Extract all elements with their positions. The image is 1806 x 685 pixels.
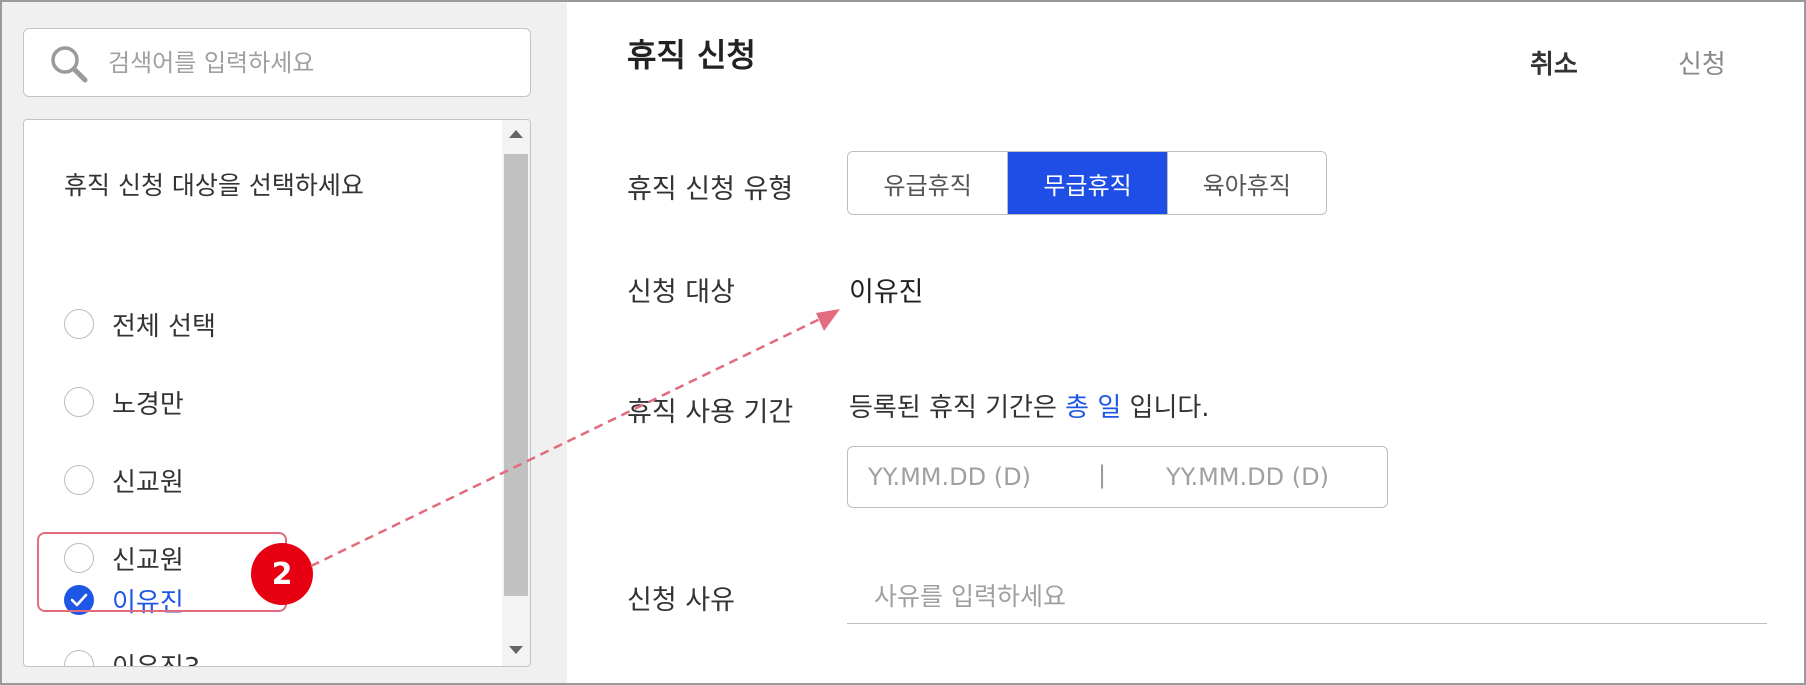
submit-button[interactable]: 신청 <box>1678 44 1726 81</box>
start-date-input[interactable] <box>868 459 1068 495</box>
radio-unchecked-icon[interactable] <box>64 387 94 417</box>
search-box[interactable] <box>23 28 531 97</box>
search-input[interactable] <box>108 43 508 83</box>
scroll-up-arrow-icon[interactable] <box>509 130 523 138</box>
list-item-label: 전체 선택 <box>112 311 216 342</box>
period-summary-total: 총 일 <box>1065 393 1122 423</box>
period-summary-suffix: 입니다. <box>1129 393 1210 423</box>
employee-select-panel: 휴직 신청 대상을 선택하세요 전체 선택 노경만 신교원 신교원 이유진 이유… <box>2 2 567 683</box>
list-item[interactable]: 노경만 <box>64 377 184 427</box>
radio-unchecked-icon[interactable] <box>64 465 94 495</box>
radio-unchecked-icon[interactable] <box>64 309 94 339</box>
leave-type-option[interactable]: 육아휴직 <box>1166 152 1326 214</box>
target-label: 신청 대상 <box>627 277 735 308</box>
list-item[interactable]: 신교원 <box>64 455 184 505</box>
leave-type-option[interactable]: 유급휴직 <box>848 152 1008 214</box>
scroll-down-arrow-icon[interactable] <box>509 646 523 654</box>
reason-input[interactable] <box>847 570 1767 624</box>
date-range-field[interactable]: | <box>847 446 1388 508</box>
period-label: 휴직 사용 기간 <box>627 397 794 428</box>
date-separator: | <box>1098 461 1107 489</box>
cancel-button[interactable]: 취소 <box>1530 44 1578 81</box>
leave-type-option-selected[interactable]: 무급휴직 <box>1007 152 1167 214</box>
page-title: 휴직 신청 <box>627 36 756 74</box>
search-icon <box>51 46 88 83</box>
list-scrollbar[interactable] <box>502 120 530 666</box>
list-item-select-all[interactable]: 전체 선택 <box>64 299 216 349</box>
leave-type-label: 휴직 신청 유형 <box>627 174 794 205</box>
annotation-step-badge: 2 <box>251 543 313 605</box>
scroll-thumb[interactable] <box>504 154 528 596</box>
leave-type-segmented-control: 유급휴직 무급휴직 육아휴직 <box>847 151 1327 215</box>
list-item-label: 이유진3 <box>112 647 200 667</box>
reason-label: 신청 사유 <box>627 585 735 616</box>
target-value: 이유진 <box>849 277 924 308</box>
period-summary: 등록된 휴직 기간은 총 일 입니다. <box>849 387 1210 424</box>
period-summary-prefix: 등록된 휴직 기간은 <box>849 393 1057 423</box>
end-date-input[interactable] <box>1166 459 1366 495</box>
list-item-label: 신교원 <box>112 467 184 498</box>
list-title: 휴직 신청 대상을 선택하세요 <box>64 171 364 200</box>
list-item-label: 노경만 <box>112 389 184 420</box>
radio-unchecked-icon[interactable] <box>64 650 94 666</box>
annotation-highlight-box <box>37 532 287 612</box>
list-item[interactable]: 이유진3 <box>64 640 200 667</box>
